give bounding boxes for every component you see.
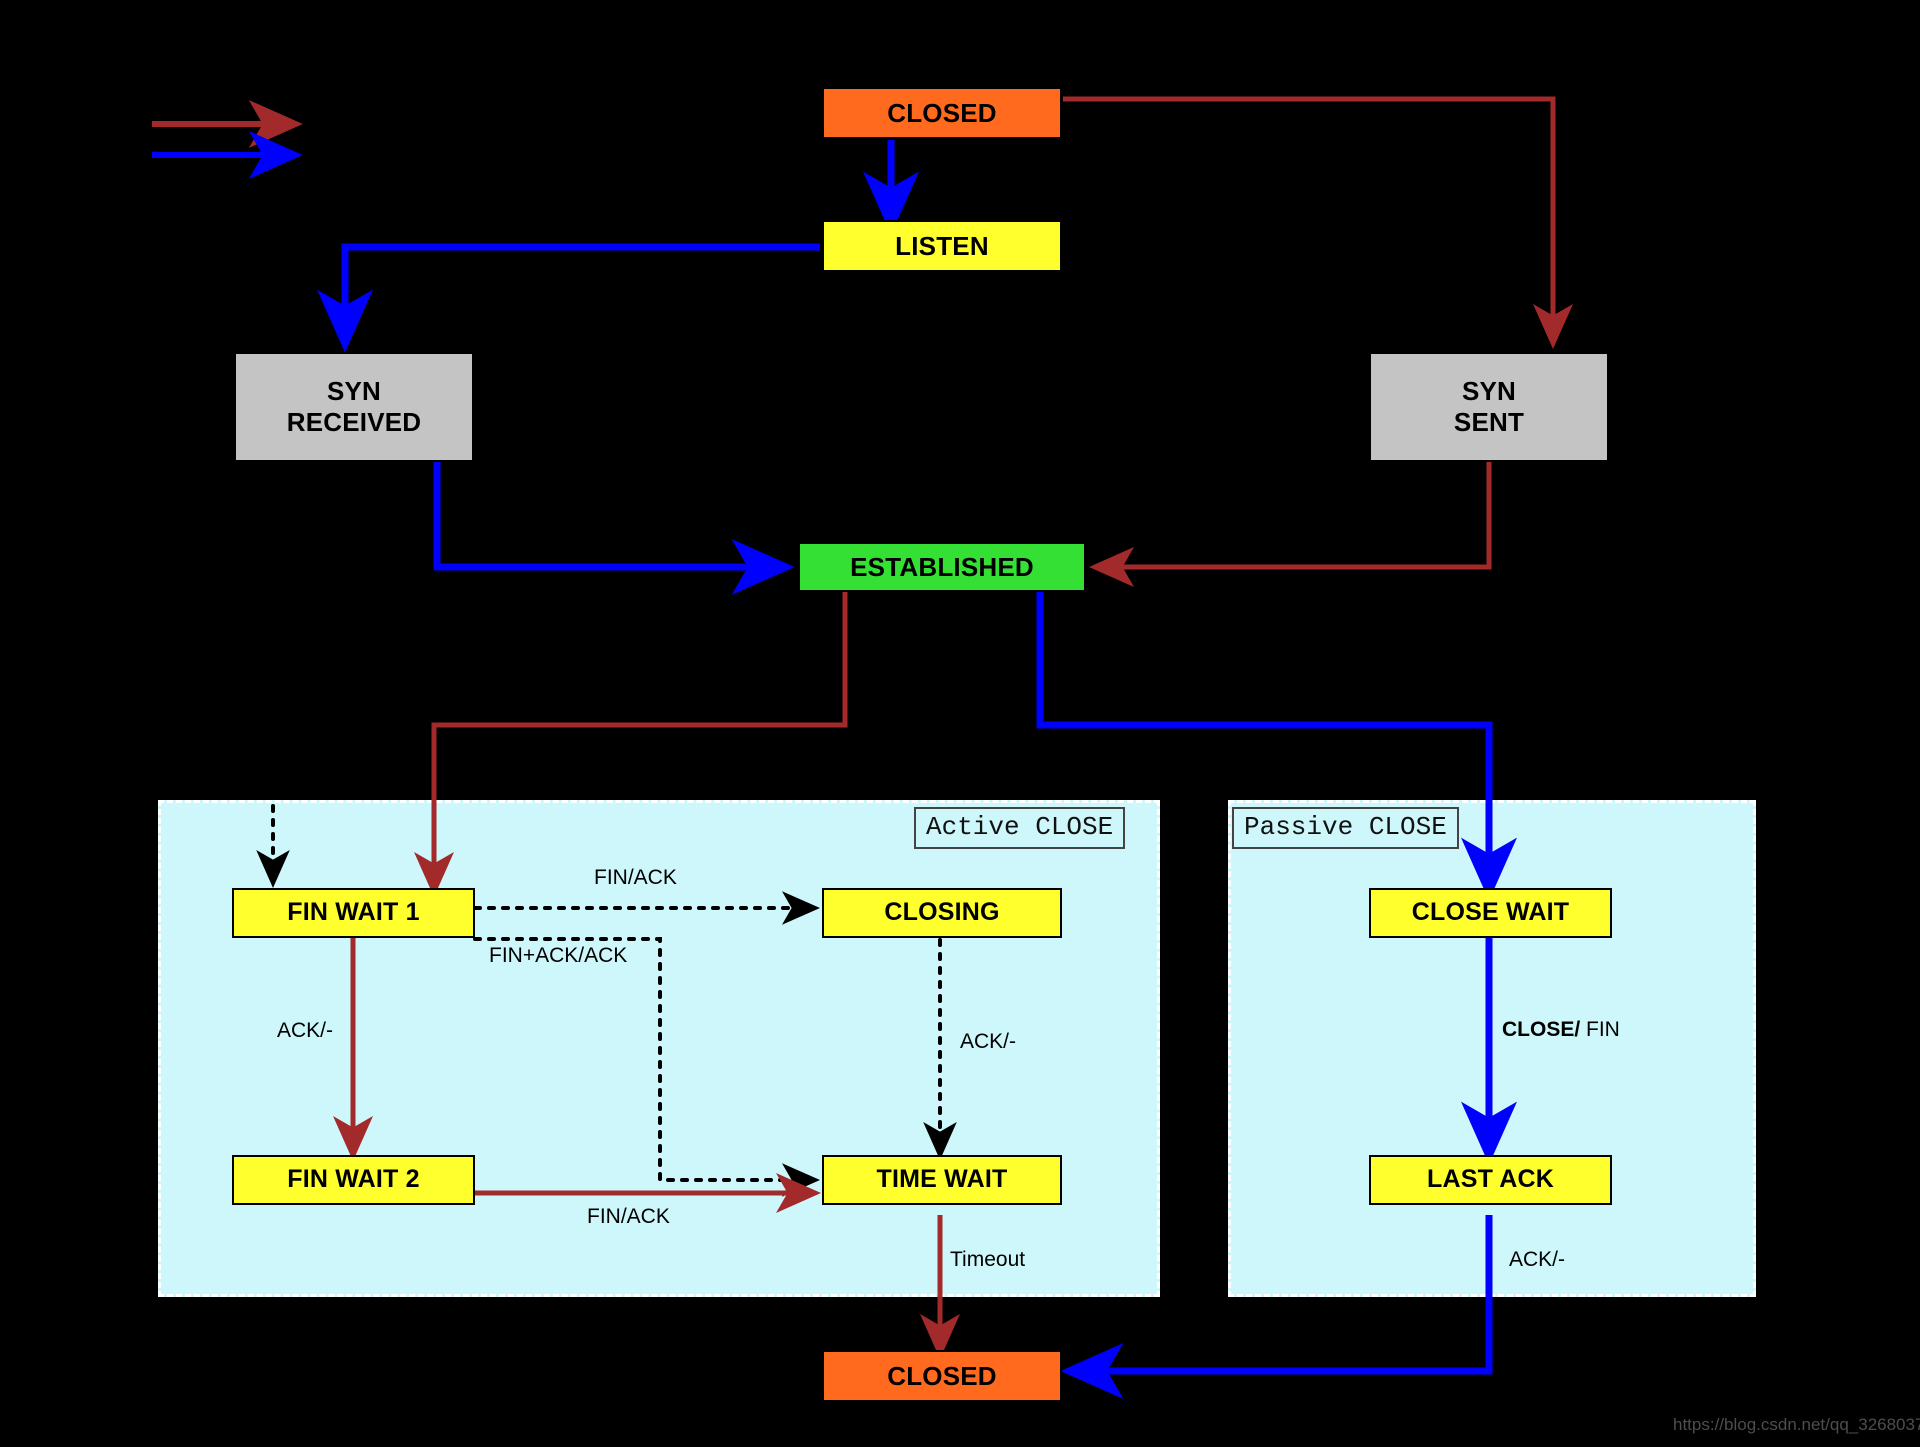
passive-close-region-label: Passive CLOSE: [1232, 807, 1459, 849]
node-closing[interactable]: CLOSING: [822, 888, 1062, 938]
node-fin-wait-2-label: FIN WAIT 2: [287, 1165, 420, 1194]
node-closing-label: CLOSING: [884, 898, 1000, 927]
node-fin-wait-1-label: FIN WAIT 1: [287, 898, 420, 927]
node-closed-top[interactable]: CLOSED: [822, 87, 1062, 139]
edge-label-timeout: Timeout: [950, 1248, 1026, 1271]
node-close-wait[interactable]: CLOSE WAIT: [1369, 888, 1612, 938]
edge-listen-to-syn-received: [317, 243, 820, 353]
edge-label-fin-ack-top: FIN/ACK: [594, 866, 677, 889]
watermark: https://blog.csdn.net/qq_32680371: [1673, 1415, 1920, 1434]
active-close-region-label: Active CLOSE: [914, 807, 1126, 849]
diagram-canvas: Active CLOSE Passive CLOSE CLOSED LISTEN…: [0, 0, 1920, 1447]
node-syn-sent[interactable]: SYN SENT: [1369, 352, 1609, 462]
edge-label-fin-rest: FIN: [1580, 1018, 1620, 1041]
edge-closed-to-syn-sent: [1063, 96, 1573, 350]
node-syn-sent-line2: SENT: [1453, 407, 1525, 437]
node-fin-wait-2[interactable]: FIN WAIT 2: [232, 1155, 475, 1205]
node-closed-bottom[interactable]: CLOSED: [822, 1350, 1062, 1402]
node-listen-label: LISTEN: [895, 230, 989, 261]
node-closed-top-label: CLOSED: [887, 97, 997, 128]
node-syn-received-line1: SYN: [326, 376, 382, 407]
node-time-wait-label: TIME WAIT: [876, 1165, 1008, 1194]
node-established-label: ESTABLISHED: [850, 551, 1034, 582]
node-established[interactable]: ESTABLISHED: [798, 542, 1086, 592]
node-time-wait[interactable]: TIME WAIT: [822, 1155, 1062, 1205]
node-syn-sent-line1: SYN: [1461, 376, 1517, 407]
edge-label-fin-plus-ack-ack: FIN+ACK/ACK: [489, 944, 628, 967]
node-closed-bottom-label: CLOSED: [887, 1360, 997, 1391]
edge-label-close-fin: CLOSE/ FIN: [1502, 1018, 1620, 1042]
edge-syn-sent-to-established: [1088, 462, 1492, 587]
edge-label-fin-ack-bottom: FIN/ACK: [587, 1205, 670, 1228]
edge-label-close-bold: CLOSE/: [1502, 1018, 1581, 1041]
node-syn-received-line2: RECEIVED: [286, 407, 422, 437]
edge-label-ack-dash-closing: ACK/-: [960, 1030, 1017, 1053]
node-fin-wait-1[interactable]: FIN WAIT 1: [232, 888, 475, 938]
edge-label-ack-dash-fin-wait-1: ACK/-: [277, 1019, 334, 1042]
node-close-wait-label: CLOSE WAIT: [1411, 898, 1570, 927]
node-syn-received[interactable]: SYN RECEIVED: [234, 352, 474, 462]
edge-syn-received-to-established: [433, 462, 795, 595]
passive-close-region: [1228, 800, 1756, 1297]
node-last-ack-label: LAST ACK: [1426, 1165, 1555, 1194]
edge-label-ack-dash-last-ack: ACK/-: [1509, 1248, 1566, 1271]
node-listen[interactable]: LISTEN: [822, 220, 1062, 272]
node-last-ack[interactable]: LAST ACK: [1369, 1155, 1612, 1205]
